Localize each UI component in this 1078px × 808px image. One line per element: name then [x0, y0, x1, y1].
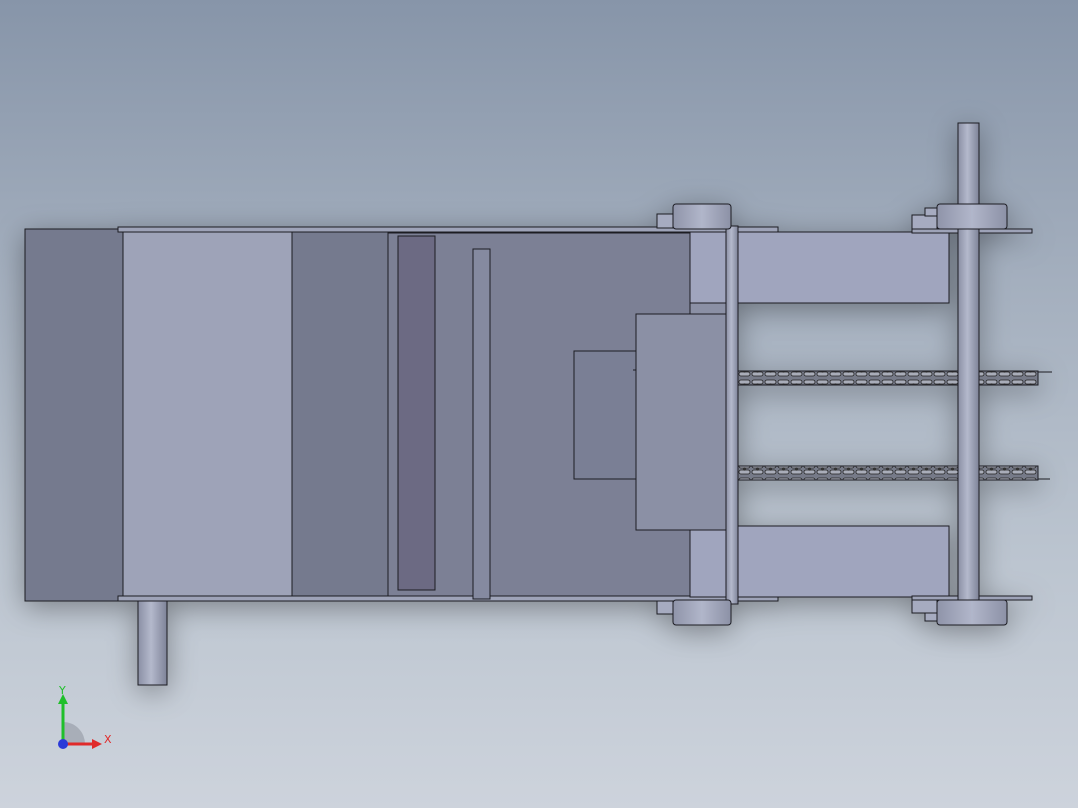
axis-triad: Y X [58, 684, 112, 749]
cad-viewport[interactable]: Y X [0, 0, 1078, 808]
frame-hopper-panel [122, 228, 293, 602]
drive-shaft-front [725, 225, 739, 605]
bearing-front-top [672, 203, 732, 230]
chain-lower [737, 465, 1039, 481]
chain-upper [737, 370, 1039, 386]
bearing-rear-top-flange [911, 214, 938, 230]
drive-shaft-rear [957, 122, 980, 626]
bearing-front-bottom-flange [656, 600, 674, 615]
inner-plate-left [397, 235, 436, 591]
bearing-front-bottom [672, 599, 732, 626]
bearing-rear-top [936, 203, 1008, 230]
gearbox-stub [689, 302, 729, 315]
bearing-front-top-flange [656, 213, 674, 229]
support-leg [137, 600, 168, 686]
inner-strip [472, 248, 491, 600]
z-axis-dot [58, 739, 68, 749]
machine-top-view [24, 122, 1052, 686]
bearing-rear-bottom [936, 599, 1008, 626]
frame-end-panel [24, 228, 124, 602]
motor-block-inner [573, 350, 641, 480]
bearing-rear-bottom-flange [911, 599, 938, 614]
frame-mid-panel [291, 230, 389, 600]
gearbox-block [635, 313, 727, 531]
bearing-rear-bottom-nub [924, 612, 938, 622]
x-axis-label: X [104, 733, 112, 746]
x-axis-arrow [92, 739, 102, 749]
y-axis-label: Y [58, 684, 66, 697]
bearing-rear-top-nub [924, 207, 938, 217]
